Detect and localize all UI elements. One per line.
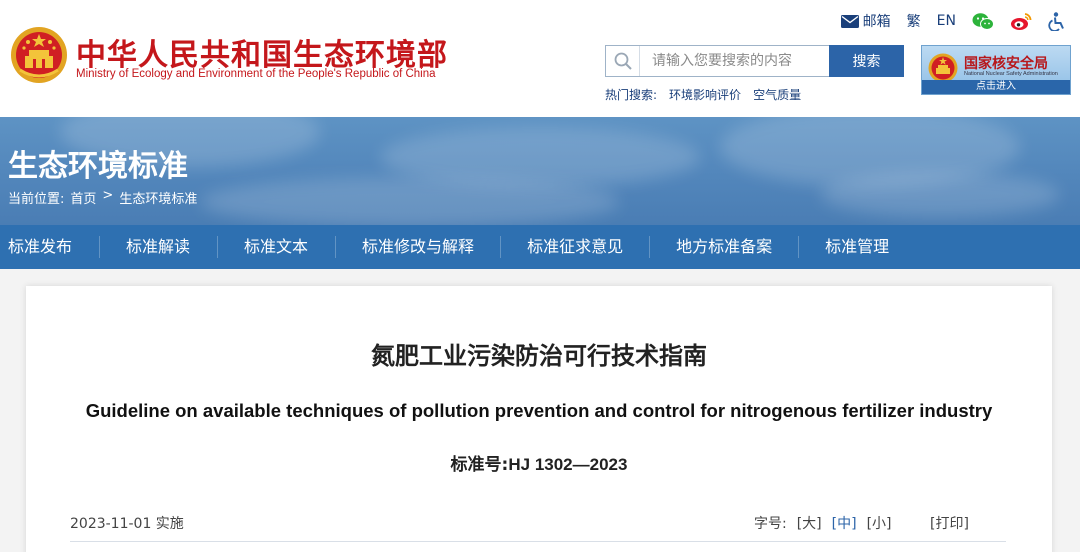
wechat-icon[interactable] [972,12,994,31]
accessibility-icon[interactable] [1048,11,1066,31]
hot-search-label: 热门搜索: [605,88,658,102]
nav-divider [798,236,800,258]
utility-bar: 邮箱 繁 EN [840,10,1066,32]
search-icon [606,46,640,76]
nav-item-standard-release[interactable]: 标准发布 [8,225,72,269]
traditional-chinese-link[interactable]: 繁 [907,11,921,31]
search-button[interactable]: 搜索 [829,45,904,77]
standard-number-value: HJ 1302—2023 [508,455,628,474]
nav-item-standard-amendment[interactable]: 标准修改与解释 [362,225,474,269]
nnsa-enter-label: 点击进入 [922,80,1070,94]
nav-item-standard-management[interactable]: 标准管理 [825,225,889,269]
font-size-large-button[interactable]: [大] [797,513,822,533]
breadcrumb-home[interactable]: 首页 [70,188,96,207]
site-subtitle: Ministry of Ecology and Environment of t… [76,68,436,80]
nav-divider [217,236,219,258]
weibo-icon[interactable] [1010,12,1032,31]
nnsa-emblem-icon [928,53,958,83]
search-input[interactable] [640,46,829,76]
nav-divider [500,236,502,258]
mail-link[interactable]: 邮箱 [840,11,891,31]
nav-item-local-standard-filing[interactable]: 地方标准备案 [676,225,772,269]
nnsa-banner-link[interactable]: 国家核安全局 National Nuclear Safety Administr… [921,45,1071,95]
nav-item-standard-interpretation[interactable]: 标准解读 [126,225,190,269]
mail-label: 邮箱 [862,14,891,30]
nnsa-title: 国家核安全局 [964,56,1048,72]
nav-item-standard-consultation[interactable]: 标准征求意见 [527,225,623,269]
main-nav: 标准发布 标准解读 标准文本 标准修改与解释 标准征求意见 地方标准备案 标准管… [0,225,1080,269]
document-card: 氮肥工业污染防治可行技术指南 Guideline on available te… [26,286,1052,552]
search-box: 搜索 [605,45,904,77]
hot-search-item[interactable]: 空气质量 [753,86,801,103]
font-size-label: 字号: [754,516,787,532]
font-size-small-button[interactable]: [小] [867,513,892,533]
breadcrumb: 当前位置: 首页 > 生态环境标准 [8,188,197,207]
national-emblem-icon [11,27,67,83]
document-title: 氮肥工业污染防治可行技术指南 [371,342,707,370]
print-button[interactable]: [打印] [930,513,969,533]
nav-divider [649,236,651,258]
english-link[interactable]: EN [937,13,956,29]
nav-divider [99,236,101,258]
breadcrumb-current[interactable]: 生态环境标准 [119,188,197,207]
breadcrumb-label: 当前位置: [8,192,65,207]
nnsa-subtitle: National Nuclear Safety Administration [964,71,1058,77]
hot-search-item[interactable]: 环境影响评价 [669,86,741,103]
site-header: 中华人民共和国生态环境部 Ministry of Ecology and Env… [0,0,1080,117]
section-banner: 生态环境标准 当前位置: 首页 > 生态环境标准 [0,117,1080,225]
standard-number-label: 标准号: [450,455,509,475]
section-title: 生态环境标准 [8,149,188,184]
document-title-english: Guideline on available techniques of pol… [85,400,993,421]
font-size-controls: 字号: [大] [中] [小] [754,513,892,533]
breadcrumb-separator: > [102,188,114,203]
font-size-medium-button[interactable]: [中] [832,513,857,533]
nav-divider [335,236,337,258]
standard-number: 标准号:HJ 1302—2023 [26,450,1052,475]
mail-icon [840,14,859,28]
nav-item-standard-text[interactable]: 标准文本 [244,225,308,269]
effective-date: 2023-11-01 实施 [70,516,184,532]
hot-searches: 热门搜索: 环境影响评价 空气质量 [605,86,801,103]
content-divider [70,541,1006,542]
